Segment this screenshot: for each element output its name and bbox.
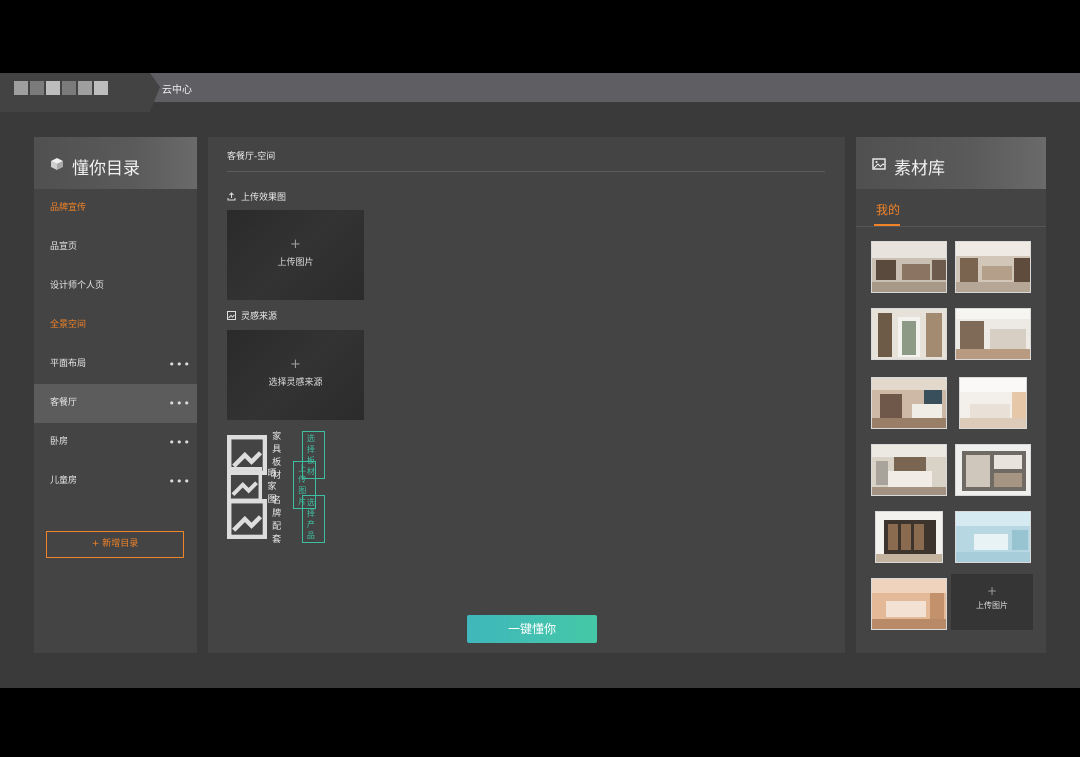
blurred-logo: [14, 81, 108, 95]
one-click-button[interactable]: 一键懂你: [467, 615, 597, 643]
nav-item-floor-plan[interactable]: 平面布局 •••: [34, 345, 197, 384]
logo[interactable]: [0, 73, 160, 112]
thumbnail-bathroom[interactable]: [955, 444, 1031, 496]
inspiration-text: 选择灵感来源: [268, 378, 323, 388]
section-label-text: 上传效果图: [241, 193, 287, 203]
nav-item-living-dining[interactable]: 客餐厅 •••: [34, 384, 197, 423]
breadcrumb: 客餐厅-空间: [227, 152, 276, 162]
app-window: 云中心 懂你目录 品牌宣传 品宣页 设计师个人页 全景空间 平面布局 ••• 客…: [0, 73, 1080, 688]
nav-item-label: 品牌宣传: [50, 203, 87, 213]
plus-icon: +: [986, 584, 998, 598]
upload-material-tile[interactable]: + 上传图片: [951, 574, 1033, 630]
select-product-button[interactable]: 选择产品: [301, 495, 326, 543]
upload-render-box[interactable]: + 上传图片: [227, 210, 364, 300]
more-icon[interactable]: •••: [169, 423, 191, 462]
upload-render-text: 上传图片: [277, 258, 314, 268]
nav-item-designer-page[interactable]: 设计师个人页: [34, 267, 197, 306]
thumbnail-kitchen[interactable]: [955, 308, 1031, 360]
upload-material-text: 上传图片: [976, 601, 1008, 610]
nav-item-label: 客餐厅: [50, 398, 78, 408]
nav-item-label: 卧房: [50, 437, 69, 447]
thumbnail-living-room-wide[interactable]: [955, 241, 1031, 293]
image-icon: [227, 311, 236, 320]
upload-render-section-label: 上传效果图: [227, 190, 286, 203]
nav-item-label: 全景空间: [50, 320, 87, 330]
more-icon[interactable]: •••: [169, 462, 191, 501]
thumbnail-blue-room[interactable]: [955, 511, 1031, 563]
divider: [227, 171, 825, 172]
thumbnail-warm-bedroom[interactable]: [871, 578, 947, 630]
top-bar: 云中心: [0, 73, 1080, 102]
directory-header: 懂你目录: [34, 137, 197, 189]
picture-icon: [872, 158, 886, 170]
more-icon[interactable]: •••: [169, 345, 191, 384]
plus-icon: +: [290, 357, 301, 372]
directory-title: 懂你目录: [72, 159, 140, 179]
topbar-title: 云中心: [162, 85, 192, 96]
material-library-title: 素材库: [894, 159, 945, 179]
nav-item-brand-page[interactable]: 品宣页: [34, 228, 197, 267]
nav-item-brand-promo[interactable]: 品牌宣传: [34, 189, 197, 228]
nav-item-label: 儿童房: [50, 476, 78, 486]
tab-mine[interactable]: 我的: [876, 201, 900, 218]
inspiration-box[interactable]: + 选择灵感来源: [227, 330, 364, 420]
thumbnail-hallway[interactable]: [871, 308, 947, 360]
nav-item-panorama[interactable]: 全景空间: [34, 306, 197, 345]
add-directory-button[interactable]: + 新增目录: [46, 531, 184, 558]
directory-nav: 品牌宣传 品宣页 设计师个人页 全景空间 平面布局 ••• 客餐厅 ••• 卧房…: [34, 189, 197, 501]
thumbnail-bedroom[interactable]: [871, 377, 947, 429]
material-library-header: 素材库: [856, 137, 1046, 189]
thumbnail-wardrobe[interactable]: [875, 511, 943, 563]
directory-panel: 懂你目录 品牌宣传 品宣页 设计师个人页 全景空间 平面布局 ••• 客餐厅 •…: [34, 137, 197, 653]
thumbnail-master-bedroom[interactable]: [871, 444, 947, 496]
divider: [856, 226, 1046, 227]
material-library-panel: 素材库 我的 + 上传图片: [856, 137, 1046, 653]
nav-item-label: 品宣页: [50, 242, 78, 252]
option-label: 名牌配套: [272, 496, 282, 545]
more-icon[interactable]: •••: [169, 384, 191, 423]
upload-icon: [227, 192, 236, 201]
section-label-text: 灵感来源: [241, 312, 278, 322]
nav-item-kids-room[interactable]: 儿童房 •••: [34, 462, 197, 501]
nav-item-bedroom[interactable]: 卧房 •••: [34, 423, 197, 462]
plus-icon: +: [290, 237, 301, 252]
nav-item-label: 设计师个人页: [50, 281, 105, 291]
cube-icon: [51, 158, 63, 170]
space-editor-panel: 客餐厅-空间 上传效果图 + 上传图片 灵感来源 + 选择灵感来源 家具板材 选…: [208, 137, 845, 653]
nav-item-label: 平面布局: [50, 359, 87, 369]
inspiration-section-label: 灵感来源: [227, 309, 277, 322]
option-brand-match: 名牌配套 选择产品: [227, 493, 326, 545]
image-icon: [227, 498, 268, 540]
thumbnail-bright-bedroom[interactable]: [959, 377, 1027, 429]
thumbnail-living-room[interactable]: [871, 241, 947, 293]
